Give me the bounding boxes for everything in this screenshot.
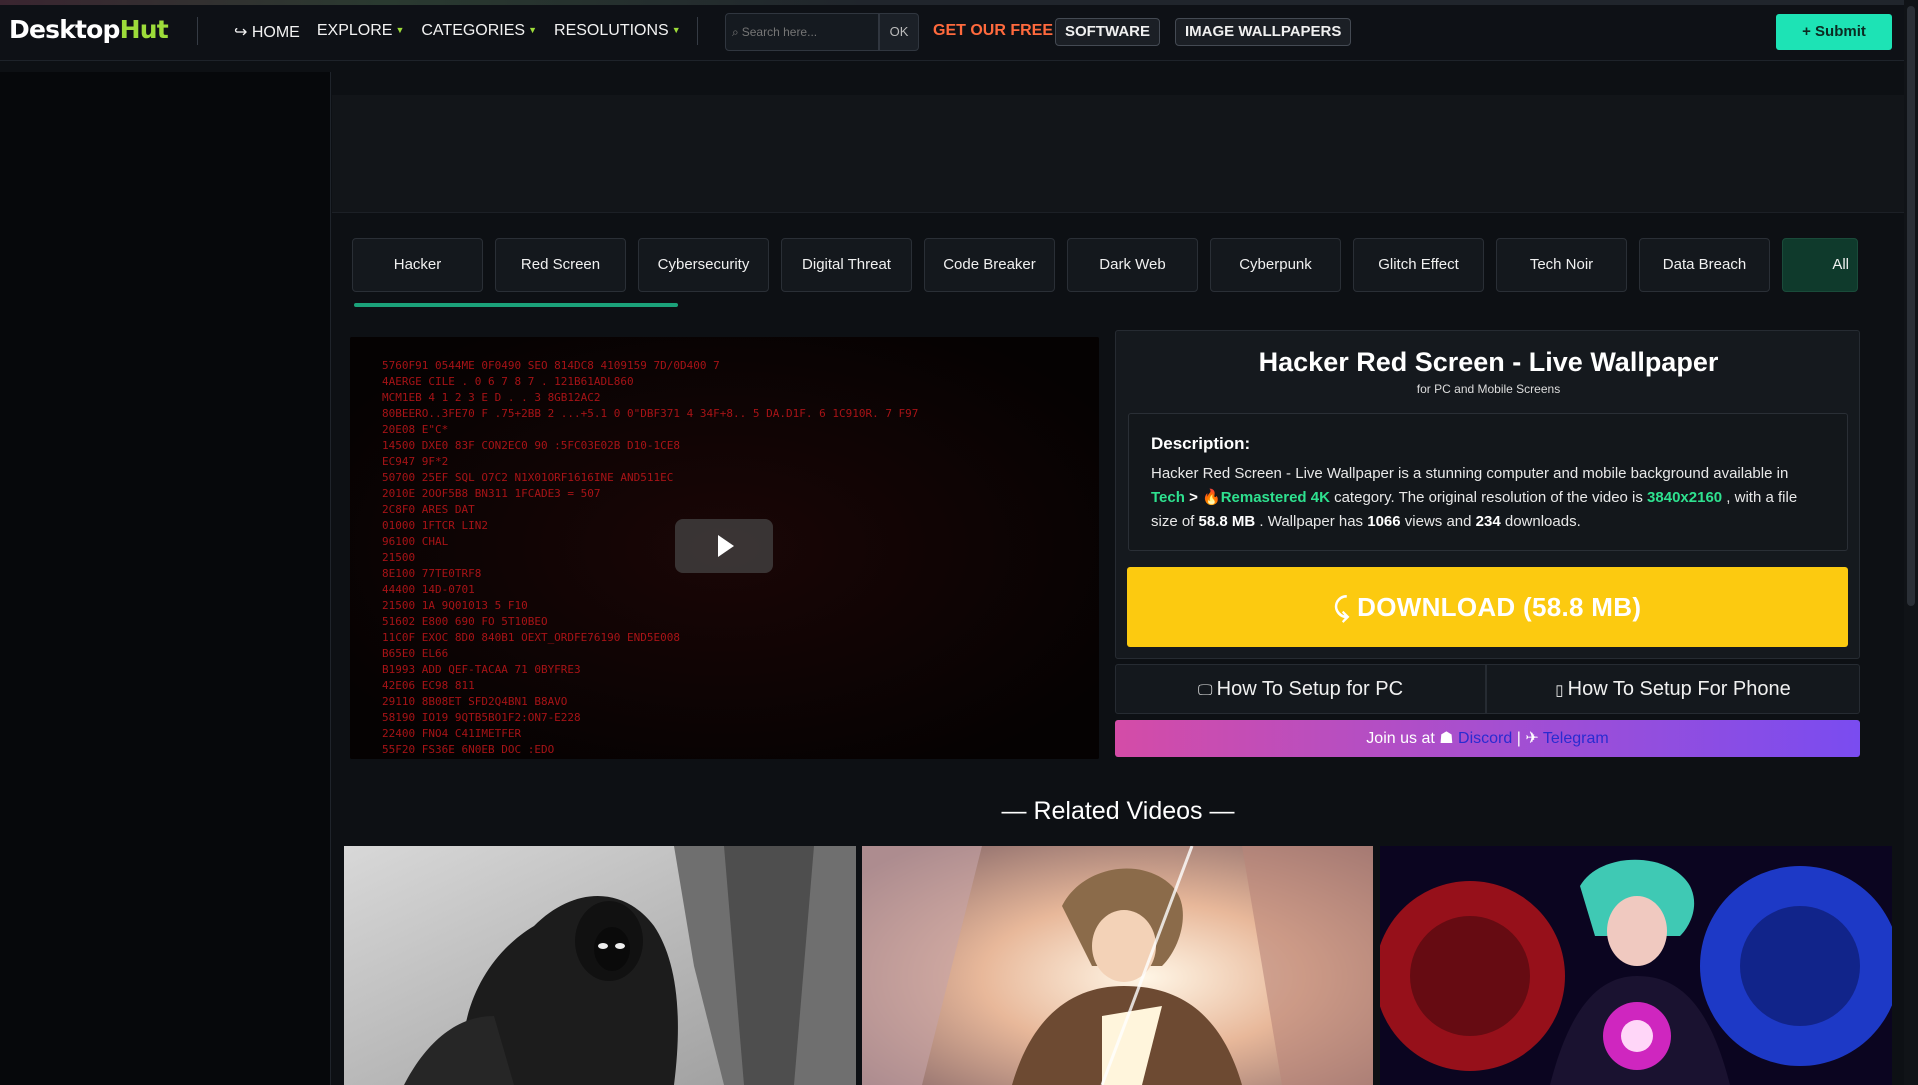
tag-data-breach[interactable]: Data Breach xyxy=(1639,238,1770,292)
view-count: 1066 xyxy=(1367,513,1401,530)
discord-icon: ☗ xyxy=(1439,730,1459,747)
category-link-tech[interactable]: Tech xyxy=(1151,489,1185,506)
svg-text:55F20: 55F20 FS36E 6N0EB DOC :EDO xyxy=(382,743,554,756)
hooded-figure-image xyxy=(344,846,856,1085)
tag-cyberpunk[interactable]: Cyberpunk xyxy=(1210,238,1341,292)
svg-text:11C0F EXOC: 11C0F EXOC 8D0 840B1 OEXT_ORDFE76190 END… xyxy=(382,631,680,644)
svg-text:96100 CHAL: 96100 CHAL xyxy=(382,535,449,548)
svg-text:50700 25EF SQL O7: 50700 25EF SQL O7C2 N1X01ORF1616INE AND5… xyxy=(382,471,673,484)
svg-text:EC947 9F*2: EC947 9F*2 xyxy=(382,455,448,468)
image-wallpapers-button[interactable]: IMAGE WALLPAPERS xyxy=(1175,18,1352,46)
related-video-thumbnail[interactable] xyxy=(1380,846,1892,1085)
left-sidebar xyxy=(0,72,331,1085)
community-banner: Join us at ☗ Discord | ✈ Telegram xyxy=(1115,720,1860,757)
svg-text:42E06 EC98: 42E06 EC98 811 xyxy=(382,679,475,692)
tag-scroll-indicator xyxy=(354,303,678,307)
telegram-link[interactable]: Telegram xyxy=(1543,730,1609,747)
svg-text:5760F91 0544ME 0F0490: 5760F91 0544ME 0F0490 SEO 814DC8 4109159… xyxy=(382,359,720,372)
scrollbar-thumb[interactable] xyxy=(1907,6,1915,606)
header-divider xyxy=(697,17,698,45)
related-videos-heading: — Related Videos — xyxy=(1001,797,1235,825)
svg-text:20E08 E"C*: 20E08 E"C* xyxy=(382,423,448,436)
tag-glitch-effect[interactable]: Glitch Effect xyxy=(1353,238,1484,292)
ad-banner-area xyxy=(332,95,1904,213)
setup-pc-button[interactable]: 🖵 How To Setup for PC xyxy=(1115,664,1486,714)
resolution-link[interactable]: 3840x2160 xyxy=(1647,489,1722,506)
phone-icon: ▯ xyxy=(1555,682,1568,699)
related-video-thumbnail[interactable] xyxy=(862,846,1373,1085)
category-link-remastered[interactable]: Remastered 4K xyxy=(1221,489,1330,506)
tag-code-breaker[interactable]: Code Breaker xyxy=(924,238,1055,292)
related-video-thumbnail[interactable] xyxy=(344,846,856,1085)
header-divider xyxy=(197,17,198,45)
nav-resolutions[interactable]: RESOLUTIONS ▼ xyxy=(554,22,681,42)
tag-digital-threat[interactable]: Digital Threat xyxy=(781,238,912,292)
download-icon: ⤹ xyxy=(1333,592,1358,622)
tag-cybersecurity[interactable]: Cybersecurity xyxy=(638,238,769,292)
nav-categories[interactable]: CATEGORIES ▼ xyxy=(421,22,537,42)
svg-text:80BEERO..3FE70 F .75+2BB 2 ...: 80BEERO..3FE70 F .75+2BB 2 ...+5.1 0 0"D… xyxy=(382,407,918,420)
tag-dark-web[interactable]: Dark Web xyxy=(1067,238,1198,292)
play-button[interactable] xyxy=(675,519,773,573)
file-size: 58.8 MB xyxy=(1198,513,1256,530)
svg-text:2C8F0 ARES DAT: 2C8F0 ARES DAT xyxy=(382,503,475,516)
svg-text:21500: 21500 xyxy=(382,551,415,564)
svg-text:29110: 29110 8B08ET SFD2Q4BN1 B8AVO xyxy=(382,695,567,708)
wallpaper-subtitle: for PC and Mobile Screens xyxy=(1416,382,1561,396)
tag-red-screen[interactable]: Red Screen xyxy=(495,238,626,292)
tag-tech-noir[interactable]: Tech Noir xyxy=(1496,238,1627,292)
play-icon xyxy=(718,535,734,557)
description-box: Description: Hacker Red Screen - Live Wa… xyxy=(1128,413,1848,551)
download-button[interactable]: ⤹ DOWNLOAD (58.8 MB) xyxy=(1127,567,1848,647)
svg-text:21500 1A 9Q0: 21500 1A 9Q01013 5 F10 xyxy=(382,599,528,612)
fire-icon: 🔥 xyxy=(1202,489,1221,506)
chevron-down-icon: ▼ xyxy=(528,25,538,35)
software-button[interactable]: SOFTWARE xyxy=(1055,18,1160,46)
description-text: Hacker Red Screen - Live Wallpaper is a … xyxy=(1151,465,1798,530)
description-heading: Description: xyxy=(1151,434,1251,453)
wallpaper-info-panel: Hacker Red Screen - Live Wallpaper for P… xyxy=(1115,330,1860,659)
tag-list: Hacker Red Screen Cybersecurity Digital Thr… xyxy=(352,238,1860,294)
search-ok-button[interactable]: OK xyxy=(879,13,919,51)
monitor-icon: 🖵 xyxy=(1197,682,1217,699)
svg-text:58190: 58190 IO19 9QTB5BO1F2:ON7-E228 xyxy=(382,711,581,724)
submit-button[interactable]: + Submit xyxy=(1776,14,1892,50)
chevron-down-icon: ▼ xyxy=(395,25,405,35)
telegram-icon: ✈ xyxy=(1525,730,1543,747)
tag-all[interactable]: All xyxy=(1782,238,1858,292)
site-logo[interactable]: DesktopHut xyxy=(9,15,169,44)
nav-explore[interactable]: EXPLORE ▼ xyxy=(317,22,405,42)
site-header: DesktopHut ↪ HOME EXPLORE ▼ CATEGORIES ▼ R… xyxy=(0,5,1904,61)
wallpaper-title: Hacker Red Screen - Live Wallpaper xyxy=(1258,347,1719,377)
main-nav: ↪ HOME EXPLORE ▼ CATEGORIES ▼ RESOLUTIONS ▼ xyxy=(234,22,681,42)
anime-warrior-image xyxy=(862,846,1373,1085)
svg-text:MCM1EB 4 1 2 3 E D . . 3 8G: MCM1EB 4 1 2 3 E D . . 3 8GB12AC2 xyxy=(382,391,601,404)
discord-link[interactable]: Discord xyxy=(1458,730,1512,747)
svg-text:14500 DXE0 83F CO: 14500 DXE0 83F CON2EC0 90 :5FC03E02B D10… xyxy=(382,439,680,452)
svg-text:4AERGE CILE . 0 6 7 8 7 . 121: 4AERGE CILE . 0 6 7 8 7 . 121B61ADL860 xyxy=(382,375,634,388)
svg-text:51602 E800: 51602 E800 690 FO 5T10BEO xyxy=(382,615,548,628)
svg-text:22400: 22400 FNO4 C41IMETFER xyxy=(382,727,521,740)
svg-text:B1993 ADD: B1993 ADD QEF-TACAA 71 0BYFRE3 xyxy=(382,663,581,676)
svg-text:2010E 2OOF5B8 BN3: 2010E 2OOF5B8 BN311 1FCADE3 = 507 xyxy=(382,487,601,500)
nav-home[interactable]: ↪ HOME xyxy=(234,22,300,42)
download-count: 234 xyxy=(1475,513,1501,530)
setup-phone-button[interactable]: ▯ How To Setup For Phone xyxy=(1486,664,1860,714)
search-box: ⌕ xyxy=(725,13,879,51)
anime-sorcerer-image xyxy=(1380,846,1892,1085)
chevron-down-icon: ▼ xyxy=(671,25,681,35)
video-preview[interactable]: 5760F91 0544ME 0F0490 SEO 814DC8 4109159… xyxy=(350,337,1099,759)
tag-hacker[interactable]: Hacker xyxy=(352,238,483,292)
svg-text:8E100: 8E100 77TE0TRF8 xyxy=(382,567,481,580)
search-input[interactable] xyxy=(741,25,872,39)
svg-text:44400 14D-07: 44400 14D-0701 xyxy=(382,583,475,596)
svg-text:B65E0 EL66: B65E0 EL66 xyxy=(382,647,448,660)
search-icon: ⌕ xyxy=(732,24,739,39)
get-free-label: GET OUR FREE xyxy=(933,22,1054,39)
svg-text:01000 1FTCR: 01000 1FTCR LIN2 xyxy=(382,519,488,532)
